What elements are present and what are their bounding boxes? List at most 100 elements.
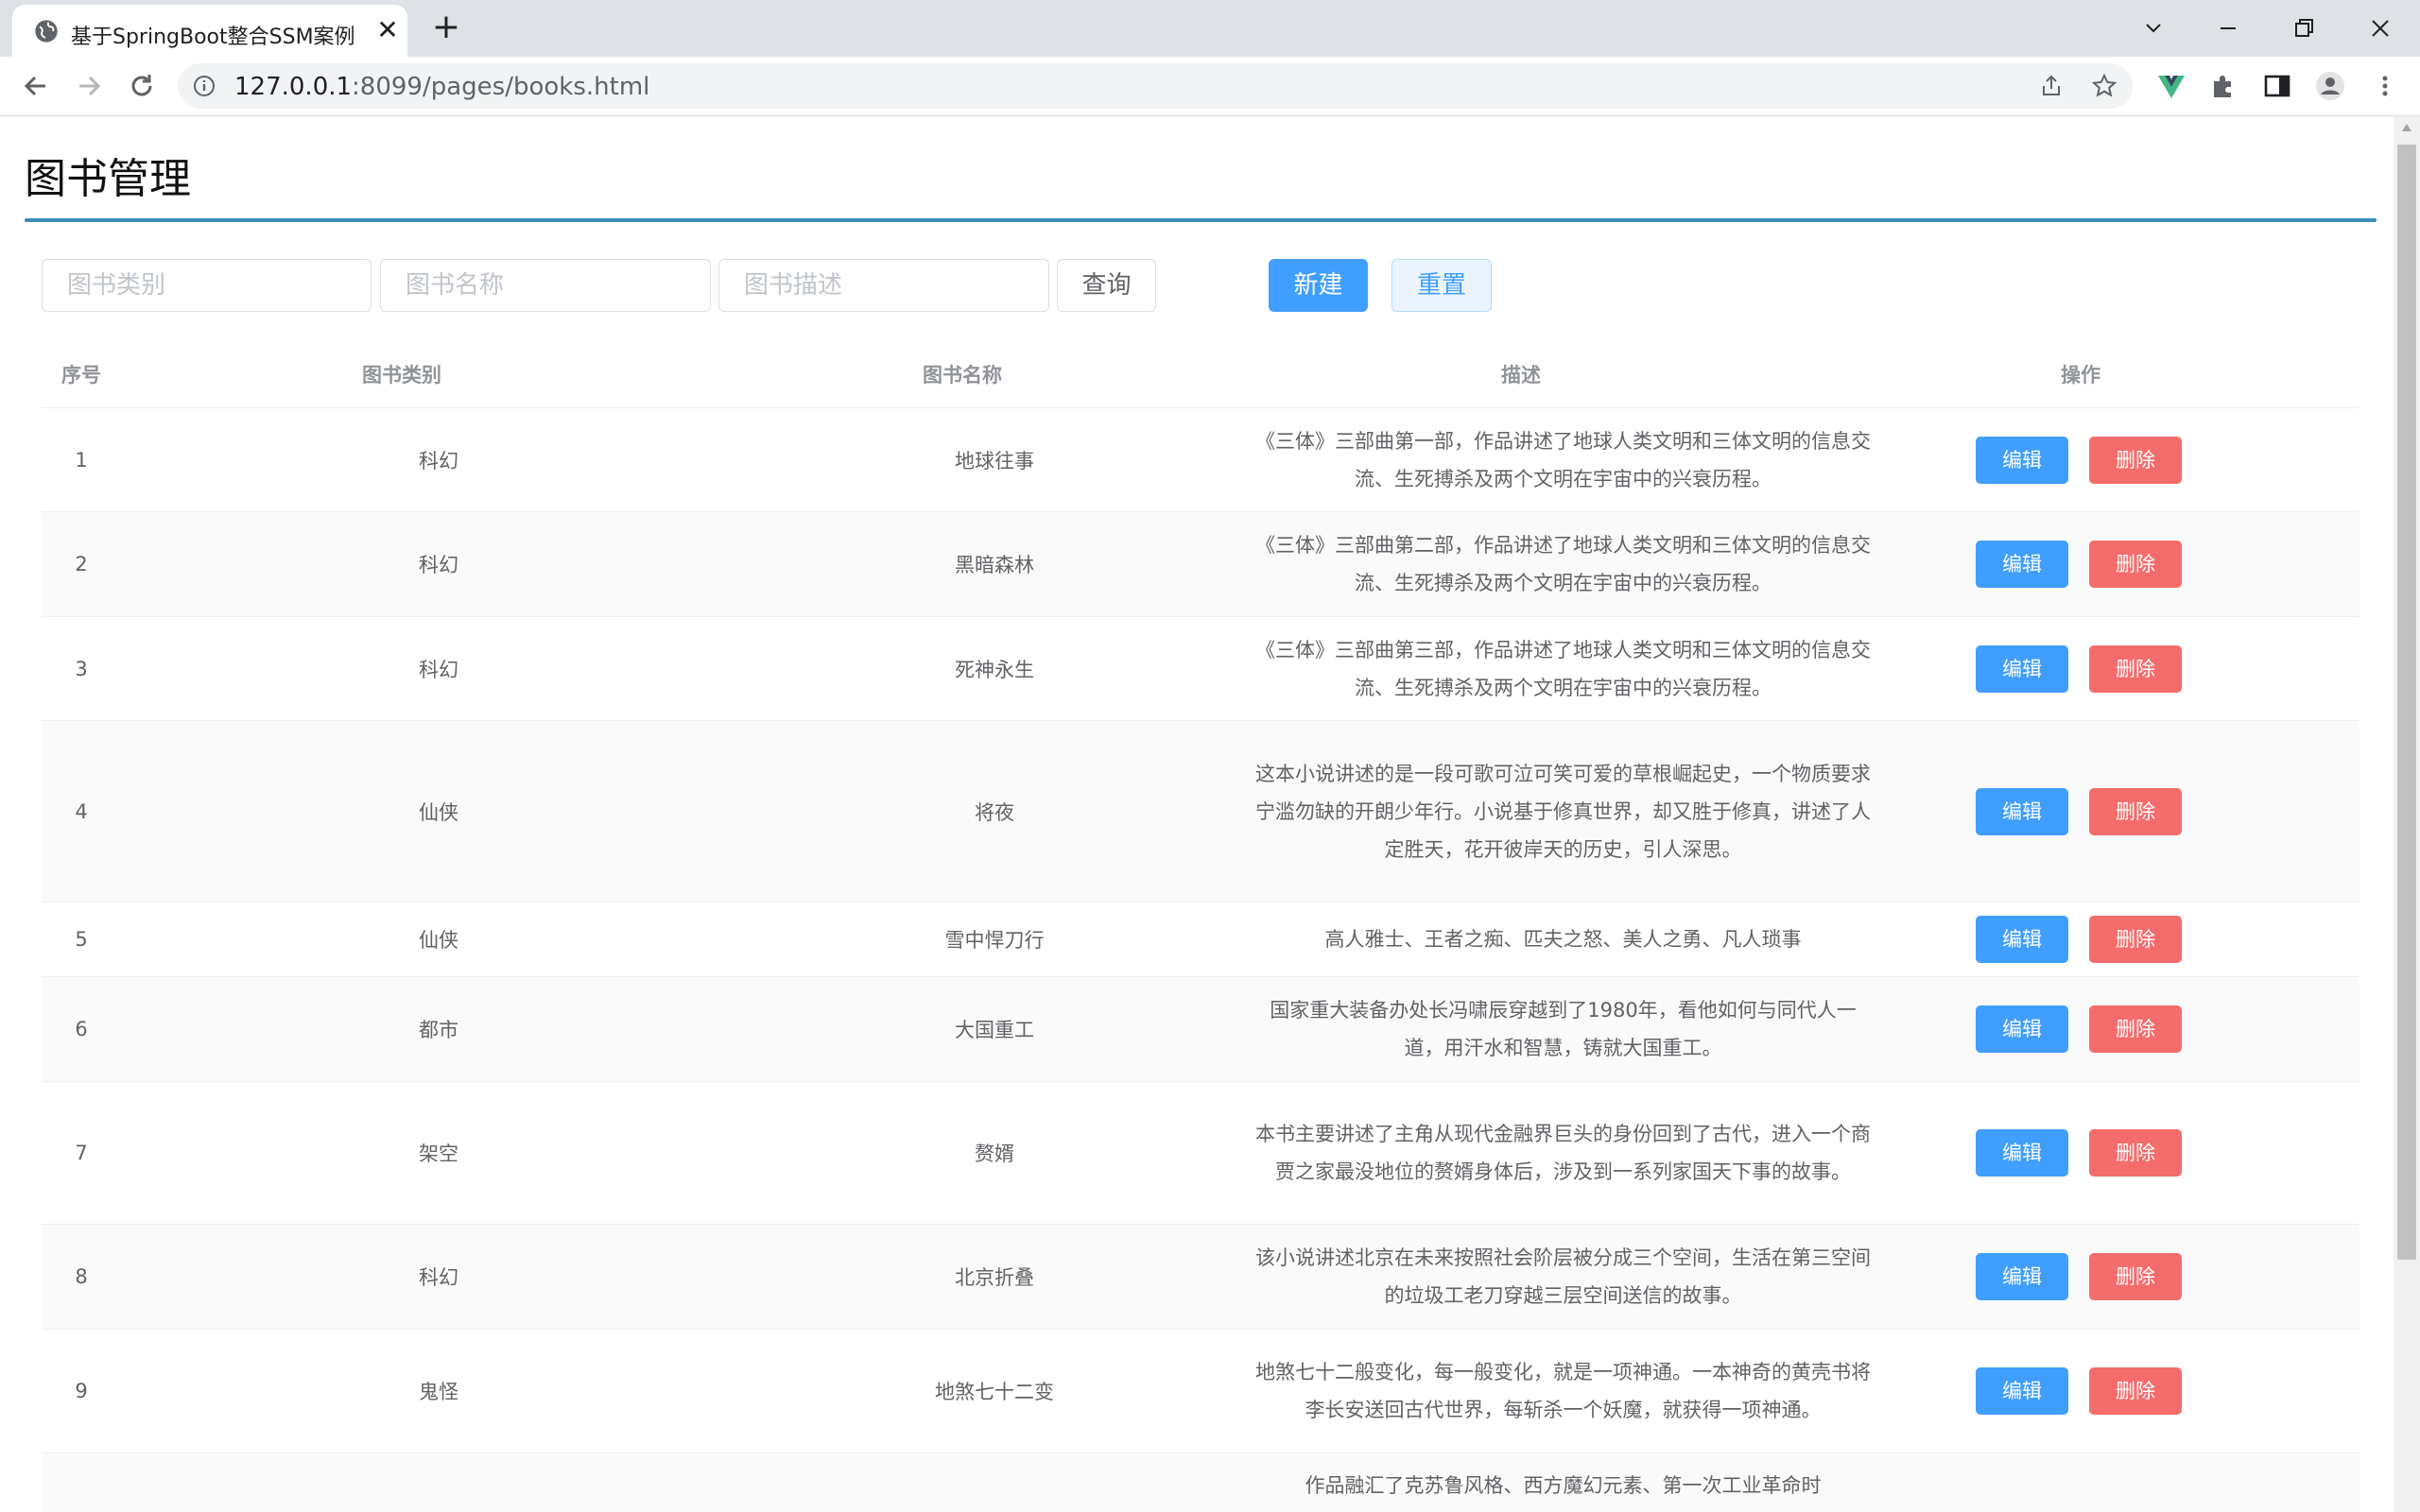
cell-name: 赘婿 — [975, 1143, 1014, 1165]
side-panel-icon[interactable] — [2261, 70, 2293, 102]
cell-desc: 国家重大装备办处长冯啸辰穿越到了1980年，看他如何与同代人一道，用汗水和智慧，… — [1253, 977, 1873, 1081]
delete-button[interactable]: 删除 — [2089, 916, 2182, 963]
table-body: 1 科幻 地球往事 《三体》三部曲第一部，作品讲述了地球人类文明和三体文明的信息交流、… — [42, 408, 2360, 1512]
cell-name: 地球往事 — [955, 449, 1034, 472]
new-tab-icon[interactable]: + — [427, 9, 465, 47]
page-content: 图书管理 查询 新建 重置 序号 图书类别 图书名称 描述 操作 1 科幻 地球往事… — [0, 116, 2394, 1512]
table-row: 3 科幻 死神永生 《三体》三部曲第三部，作品讲述了地球人类文明和三体文明的信息交流、… — [42, 617, 2360, 721]
edit-button[interactable]: 编辑 — [1976, 1367, 2068, 1415]
cell-name: 雪中悍刀行 — [944, 929, 1045, 952]
desc-text: 该小说讲述北京在未来按照社会阶层被分成三个空间，生活在第三空间的垃圾工老刀穿越三… — [1255, 1246, 1871, 1307]
cell-desc: 地煞七十二般变化，每一般变化，就是一项神通。一本神奇的黄壳书将李长安送回古代世界… — [1253, 1330, 1873, 1452]
cell-name: 黑暗森林 — [955, 554, 1034, 576]
table-row: 8 科幻 北京折叠 该小说讲述北京在未来按照社会阶层被分成三个空间，生活在第三空间的垃… — [42, 1225, 2360, 1330]
delete-button[interactable]: 删除 — [2089, 1253, 2182, 1300]
page-scrollbar[interactable] — [2394, 116, 2420, 1512]
table-row: 4 仙侠 将夜 这本小说讲述的是一段可歌可泣可笑可爱的草根崛起史，一个物质要求宁滥勿缺… — [42, 721, 2360, 902]
cell-name: 地煞七十二变 — [935, 1381, 1054, 1403]
table-row: 2 科幻 黑暗森林 《三体》三部曲第二部，作品讲述了地球人类文明和三体文明的信息交流、… — [42, 512, 2360, 617]
address-bar[interactable]: 127.0.0.1:8099/pages/books.html — [178, 63, 2133, 109]
book-name-search-input[interactable] — [380, 259, 711, 312]
url-text[interactable]: 127.0.0.1:8099/pages/books.html — [234, 73, 649, 101]
browser-menu-icon[interactable] — [2369, 70, 2401, 102]
info-icon[interactable] — [193, 75, 216, 97]
cell-index — [42, 1453, 121, 1512]
cell-desc: 作品融汇了克苏鲁风格、西方魔幻元素、第一次工业革命时 — [1253, 1453, 1873, 1512]
cell-desc: 该小说讲述北京在未来按照社会阶层被分成三个空间，生活在第三空间的垃圾工老刀穿越三… — [1253, 1225, 1873, 1329]
cell-desc: 《三体》三部曲第三部，作品讲述了地球人类文明和三体文明的信息交流、生死搏杀及两个… — [1253, 617, 1873, 720]
browser-toolbar: 127.0.0.1:8099/pages/books.html — [0, 57, 2420, 116]
star-icon[interactable] — [2091, 73, 2118, 99]
reset-button[interactable]: 重置 — [1392, 259, 1492, 312]
cell-desc: 《三体》三部曲第二部，作品讲述了地球人类文明和三体文明的信息交流、生死搏杀及两个… — [1253, 512, 1873, 616]
header-index: 序号 — [61, 364, 101, 387]
profile-avatar-icon[interactable] — [2314, 70, 2346, 102]
cell-name — [815, 1453, 1174, 1512]
book-type-search-input[interactable] — [42, 259, 372, 312]
delete-button[interactable]: 删除 — [2089, 1129, 2182, 1177]
extensions-puzzle-icon[interactable] — [2208, 70, 2240, 102]
table-row: 9 鬼怪 地煞七十二变 地煞七十二般变化，每一般变化，就是一项神通。一本神奇的黄壳书将… — [42, 1330, 2360, 1453]
desc-text: 《三体》三部曲第一部，作品讲述了地球人类文明和三体文明的信息交流、生死搏杀及两个… — [1255, 429, 1871, 490]
cell-type: 科幻 — [419, 449, 458, 472]
reload-icon[interactable] — [125, 69, 159, 103]
book-desc-search-input[interactable] — [718, 259, 1049, 312]
edit-button[interactable]: 编辑 — [1976, 541, 2068, 588]
browser-tabstrip: 基于SpringBoot整合SSM案例 ✕ + — [0, 0, 2420, 57]
desc-text: 本书主要讲述了主角从现代金融界巨头的身份回到了古代，进入一个商贾之家最没地位的赘… — [1255, 1123, 1871, 1183]
table-row: 作品融汇了克苏鲁风格、西方魔幻元素、第一次工业革命时 — [42, 1453, 2360, 1512]
edit-button[interactable]: 编辑 — [1976, 1253, 2068, 1300]
header-type: 图书类别 — [362, 364, 441, 387]
edit-button[interactable]: 编辑 — [1976, 644, 2068, 693]
back-arrow-icon[interactable] — [19, 69, 53, 103]
delete-button[interactable]: 删除 — [2089, 541, 2182, 588]
delete-button[interactable]: 删除 — [2089, 436, 2182, 484]
cell-index: 4 — [75, 799, 88, 823]
cell-name: 死神永生 — [955, 658, 1034, 681]
query-button[interactable]: 查询 — [1057, 259, 1156, 312]
cell-index: 7 — [75, 1142, 88, 1164]
cell-index: 3 — [75, 657, 88, 680]
cell-type: 仙侠 — [419, 929, 458, 952]
edit-button[interactable]: 编辑 — [1976, 916, 2068, 963]
forward-arrow-icon[interactable] — [72, 69, 106, 103]
scroll-up-arrow-icon[interactable] — [2402, 124, 2411, 131]
desc-text: 作品融汇了克苏鲁风格、西方魔幻元素、第一次工业革命时 — [1305, 1474, 1822, 1497]
desc-text: 高人雅士、王者之痴、匹夫之怒、美人之勇、凡人琐事 — [1324, 928, 1802, 951]
table-row: 5 仙侠 雪中悍刀行 高人雅士、王者之痴、匹夫之怒、美人之勇、凡人琐事 编辑 删除 — [42, 902, 2360, 977]
edit-button[interactable]: 编辑 — [1976, 787, 2068, 835]
cell-index: 8 — [75, 1265, 88, 1288]
desc-text: 《三体》三部曲第三部，作品讲述了地球人类文明和三体文明的信息交流、生死搏杀及两个… — [1255, 638, 1871, 699]
close-window-icon[interactable] — [2360, 8, 2401, 49]
close-icon[interactable]: ✕ — [372, 14, 404, 46]
browser-tab[interactable]: 基于SpringBoot整合SSM案例 ✕ — [12, 5, 407, 57]
tab-search-chevron-icon[interactable] — [2133, 8, 2174, 49]
delete-button[interactable]: 删除 — [2089, 787, 2182, 835]
desc-text: 地煞七十二般变化，每一般变化，就是一项神通。一本神奇的黄壳书将李长安送回古代世界… — [1255, 1361, 1871, 1421]
delete-button[interactable]: 删除 — [2089, 1367, 2182, 1415]
scrollbar-thumb[interactable] — [2397, 145, 2416, 1260]
cell-desc: 这本小说讲述的是一段可歌可泣可笑可爱的草根崛起史，一个物质要求宁滥勿缺的开朗少年… — [1253, 721, 1873, 902]
delete-button[interactable]: 删除 — [2089, 1005, 2182, 1053]
table-row: 6 都市 大国重工 国家重大装备办处长冯啸辰穿越到了1980年，看他如何与同代人一道，… — [42, 977, 2360, 1082]
cell-index: 9 — [75, 1380, 88, 1402]
new-button[interactable]: 新建 — [1269, 259, 1368, 312]
share-icon[interactable] — [2038, 73, 2065, 99]
cell-index: 5 — [75, 928, 88, 951]
edit-button[interactable]: 编辑 — [1976, 436, 2068, 484]
restore-icon[interactable] — [2283, 8, 2325, 49]
cell-name: 北京折叠 — [955, 1266, 1034, 1289]
edit-button[interactable]: 编辑 — [1976, 1129, 2068, 1177]
minimize-icon[interactable] — [2207, 8, 2249, 49]
desc-text: 《三体》三部曲第二部，作品讲述了地球人类文明和三体文明的信息交流、生死搏杀及两个… — [1255, 534, 1871, 594]
vue-devtools-icon[interactable] — [2155, 70, 2187, 102]
cell-type: 都市 — [419, 1019, 458, 1041]
cell-type — [297, 1453, 580, 1512]
edit-button[interactable]: 编辑 — [1976, 1005, 2068, 1053]
desc-text: 国家重大装备办处长冯啸辰穿越到了1980年，看他如何与同代人一道，用汗水和智慧，… — [1270, 999, 1857, 1059]
cell-index: 2 — [75, 553, 88, 576]
delete-button[interactable]: 删除 — [2089, 644, 2182, 693]
cell-desc: 本书主要讲述了主角从现代金融界巨头的身份回到了古代，进入一个商贾之家最没地位的赘… — [1253, 1082, 1873, 1224]
cell-type: 科幻 — [419, 658, 458, 681]
cell-desc: 《三体》三部曲第一部，作品讲述了地球人类文明和三体文明的信息交流、生死搏杀及两个… — [1253, 408, 1873, 511]
